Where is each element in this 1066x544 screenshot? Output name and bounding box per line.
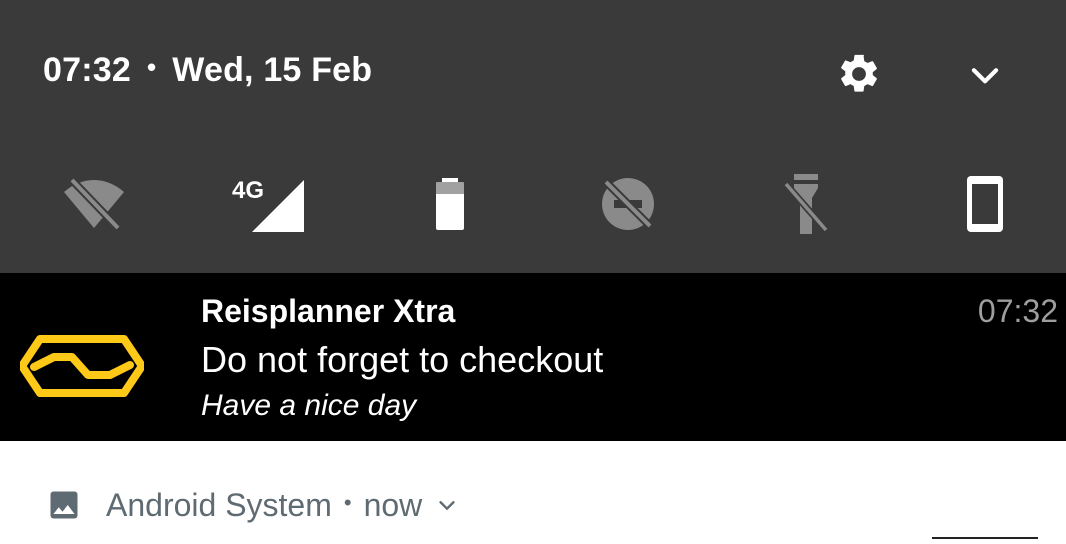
battery-icon [436,178,464,230]
chevron-down-icon [971,68,999,84]
reisplanner-notification[interactable]: Reisplanner Xtra Do not forget to checko… [0,273,1066,441]
cellular-tile[interactable]: 4G [228,168,308,240]
cellular-4g-icon: 4G [232,177,304,232]
notification-time: 07:32 [977,293,1058,329]
do-not-disturb-off-icon [601,177,655,231]
header-separator: • [146,51,157,82]
system-app-name: Android System [106,486,332,523]
divider [932,537,1038,539]
system-when: now [363,486,423,523]
gear-icon [841,54,877,92]
expand-button[interactable] [966,56,1004,94]
notification-subtext: Have a nice day [201,389,417,422]
clock-time: 07:32 [43,50,131,89]
quick-settings-panel: 07:32 • Wed, 15 Feb 4G [0,0,1066,273]
rotation-tile[interactable] [945,168,1025,240]
settings-button[interactable] [836,51,882,97]
wifi-off-icon [64,175,124,233]
chevron-down-icon[interactable] [436,494,458,516]
system-separator: • [343,490,352,515]
notification-app-title: Reisplanner Xtra [201,293,456,329]
auto-rotate-portrait-icon [967,176,1003,232]
flashlight-off-icon [781,174,831,235]
svg-text:4G: 4G [232,177,264,204]
image-icon [50,491,78,519]
wifi-tile[interactable] [54,168,134,240]
system-notification-header[interactable]: Android System • now [46,484,458,526]
date-label: Wed, 15 Feb [172,50,373,89]
flashlight-tile[interactable] [766,168,846,240]
ns-logo-icon [20,335,144,397]
dnd-tile[interactable] [588,168,668,240]
status-header: 07:32 • Wed, 15 Feb [43,48,372,92]
battery-tile[interactable] [410,168,490,240]
notification-text: Do not forget to checkout [201,339,604,380]
